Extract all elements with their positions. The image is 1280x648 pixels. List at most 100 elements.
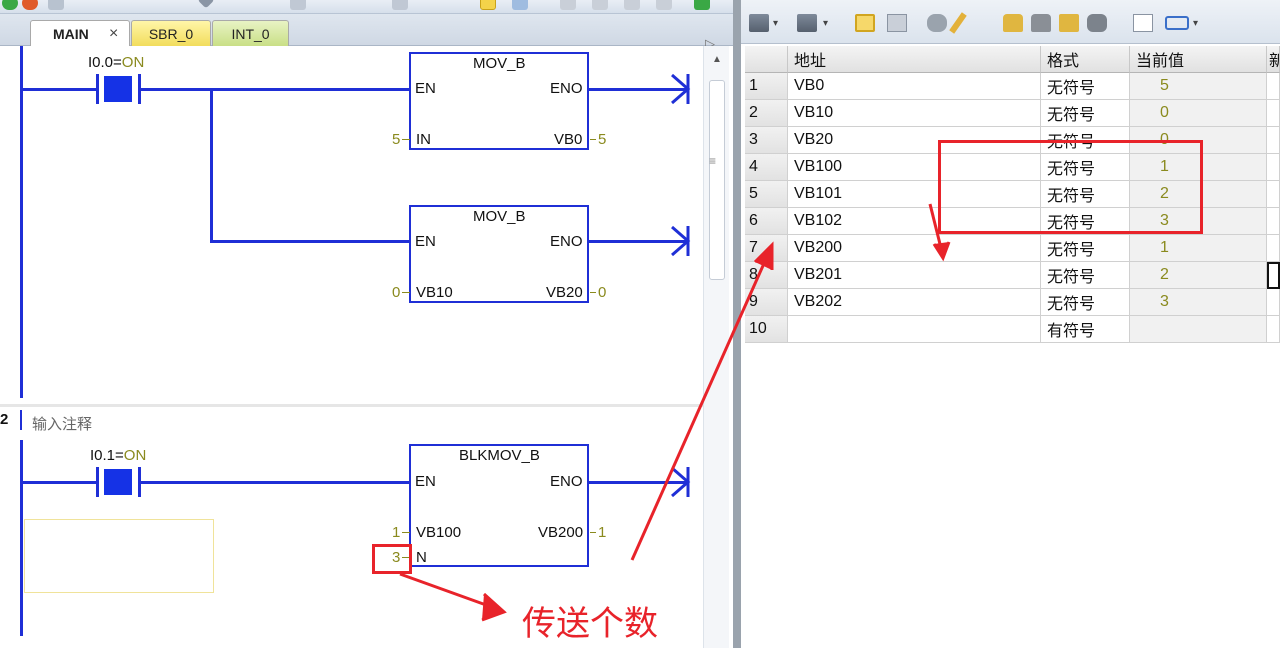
new-value-cell[interactable]	[1267, 208, 1280, 235]
add-row-icon[interactable]	[749, 14, 769, 32]
force-icon[interactable]	[1059, 14, 1079, 32]
table-row[interactable]: 8 VB201 无符号 2	[745, 262, 1280, 289]
upload-icon[interactable]	[48, 0, 64, 10]
address-cell[interactable]	[788, 316, 1041, 343]
mov-b-2-in-value[interactable]: 0	[392, 285, 400, 301]
delete-row-icon[interactable]	[797, 14, 817, 32]
contact-i00-state-label: ON	[121, 54, 145, 71]
table-row[interactable]: 9 VB202 无符号 3	[745, 289, 1280, 316]
header-current-value[interactable]: 当前值	[1130, 46, 1267, 73]
pencil-icon[interactable]	[949, 12, 967, 34]
new-value-cell[interactable]	[1267, 73, 1280, 100]
new-value-cell[interactable]	[1267, 100, 1280, 127]
tab-int-0[interactable]: INT_0	[212, 20, 289, 46]
annotation-text: 传送个数	[522, 604, 658, 644]
toggle-icon-2[interactable]	[592, 0, 608, 10]
mov-b-2-en: EN	[415, 233, 436, 250]
insert-icon[interactable]	[290, 0, 306, 10]
dropdown-arrow-3-icon[interactable]: ▾	[1193, 18, 1203, 36]
trend-chart-icon[interactable]	[1133, 14, 1153, 32]
current-value-cell: 1	[1130, 235, 1267, 262]
table-row[interactable]: 2 VB10 无符号 0	[745, 100, 1280, 127]
table-row[interactable]: 10 有符号	[745, 316, 1280, 343]
blkmov-b-in-tick	[402, 532, 410, 533]
address-cell[interactable]: VB0	[788, 73, 1041, 100]
new-value-cell[interactable]	[1267, 289, 1280, 316]
tab-main[interactable]: MAIN ×	[30, 20, 130, 46]
format-cell[interactable]: 无符号	[1041, 73, 1130, 100]
download-icon[interactable]	[197, 0, 215, 9]
blkmov-b-title: BLKMOV_B	[459, 447, 540, 464]
program-status-icon[interactable]	[480, 0, 496, 10]
contact-i01-state-label: ON	[123, 447, 147, 464]
contact-i01-label[interactable]: I0.1=ON	[90, 448, 146, 464]
format-cell[interactable]: 无符号	[1041, 289, 1130, 316]
format-cell[interactable]: 有符号	[1041, 316, 1130, 343]
unlock-icon[interactable]	[1031, 14, 1051, 32]
contact-i00-label[interactable]: I0.0=ON	[88, 55, 144, 71]
glasses-icon[interactable]	[927, 14, 947, 32]
rung-wire-2	[141, 88, 411, 91]
status-chart-pane: ▾ ▾ ▾ 地址 格式 当前值 新 1 VB0 无符号 5	[741, 0, 1280, 648]
header-new-value[interactable]: 新	[1267, 46, 1280, 73]
address-cell[interactable]: VB201	[788, 262, 1041, 289]
scrollbar-thumb[interactable]	[709, 80, 725, 280]
mov-b-2-in: VB10	[416, 284, 453, 301]
selection-rectangle	[24, 519, 214, 593]
mov-b-1-en: EN	[415, 80, 436, 97]
table-row[interactable]: 7 VB200 无符号 1	[745, 235, 1280, 262]
row-number: 7	[745, 235, 788, 262]
header-format[interactable]: 格式	[1041, 46, 1130, 73]
run-icon[interactable]	[2, 0, 18, 10]
vertical-scrollbar[interactable]: ▲ ≡	[703, 46, 729, 648]
format-cell[interactable]: 无符号	[1041, 235, 1130, 262]
blkmov-b-out: VB200	[538, 524, 584, 541]
read-all-icon[interactable]	[1087, 14, 1107, 32]
pane-splitter[interactable]	[733, 0, 741, 648]
mov-b-1-in-value[interactable]: 5	[392, 132, 400, 148]
delete-icon[interactable]	[392, 0, 408, 10]
lock-icon[interactable]	[1003, 14, 1023, 32]
header-address[interactable]: 地址	[788, 46, 1041, 73]
tag-icon[interactable]	[1165, 16, 1189, 30]
stop-icon[interactable]	[22, 0, 38, 10]
address-cell[interactable]: VB200	[788, 235, 1041, 262]
annotation-box-n-value	[372, 544, 412, 574]
scroll-up-arrow-icon[interactable]: ▲	[712, 54, 722, 65]
new-value-cell[interactable]	[1267, 181, 1280, 208]
toggle-icon-4[interactable]	[656, 0, 672, 10]
tab-sbr-0[interactable]: SBR_0	[131, 20, 211, 46]
new-value-cell[interactable]	[1267, 316, 1280, 343]
format-cell[interactable]: 无符号	[1041, 262, 1130, 289]
mov-b-1-in-tick	[402, 139, 410, 140]
address-cell[interactable]: VB202	[788, 289, 1041, 316]
new-value-cell[interactable]	[1267, 154, 1280, 181]
contact-2-left-bar	[96, 467, 99, 497]
blkmov-b-in-value[interactable]: 1	[392, 525, 400, 541]
compile-icon[interactable]	[694, 0, 710, 10]
toggle-icon-1[interactable]	[560, 0, 576, 10]
network-2-comment[interactable]: 输入注释	[32, 413, 92, 434]
tab-int-0-label: INT_0	[231, 25, 270, 42]
close-icon[interactable]: ×	[109, 25, 118, 43]
mov-b-1-in: IN	[416, 131, 431, 148]
chart-status-icon[interactable]	[855, 14, 875, 32]
dropdown-arrow-icon[interactable]: ▾	[773, 18, 783, 36]
format-cell[interactable]: 无符号	[1041, 100, 1130, 127]
current-value-cell: 3	[1130, 289, 1267, 316]
dropdown-arrow-2-icon[interactable]: ▾	[823, 18, 833, 36]
blkmov-b-out-tick	[590, 532, 596, 533]
table-row[interactable]: 1 VB0 无符号 5	[745, 73, 1280, 100]
address-cell[interactable]: VB10	[788, 100, 1041, 127]
tab-sbr-0-label: SBR_0	[148, 25, 194, 42]
new-value-cell[interactable]	[1267, 127, 1280, 154]
new-value-cell[interactable]	[1267, 235, 1280, 262]
row-number: 10	[745, 316, 788, 343]
toggle-icon-3[interactable]	[624, 0, 640, 10]
tab-main-label: MAIN	[53, 25, 89, 42]
trend-icon[interactable]	[512, 0, 528, 10]
new-value-cell[interactable]	[1267, 262, 1280, 289]
row-number: 4	[745, 154, 788, 181]
branch-wire	[210, 240, 411, 243]
pause-icon[interactable]	[887, 14, 907, 32]
